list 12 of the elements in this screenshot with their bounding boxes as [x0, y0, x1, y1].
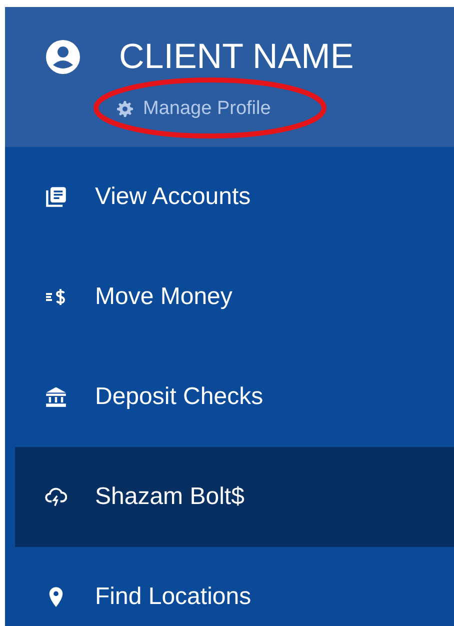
- client-name: CLIENT NAME: [119, 37, 354, 77]
- user-avatar-icon: [45, 39, 81, 75]
- cloud-bolt-icon: [45, 486, 67, 508]
- dollar-transfer-icon: [45, 286, 67, 308]
- document-icon: [45, 186, 67, 208]
- menu-item[interactable]: Move Money: [5, 247, 454, 347]
- menu-item[interactable]: View Accounts: [5, 147, 454, 247]
- menu-item[interactable]: Shazam Bolt$: [15, 447, 454, 547]
- bank-icon: [45, 386, 67, 408]
- menu-item[interactable]: Find Locations: [5, 547, 454, 626]
- menu-item[interactable]: Deposit Checks: [5, 347, 454, 447]
- settings-icon: [117, 101, 133, 117]
